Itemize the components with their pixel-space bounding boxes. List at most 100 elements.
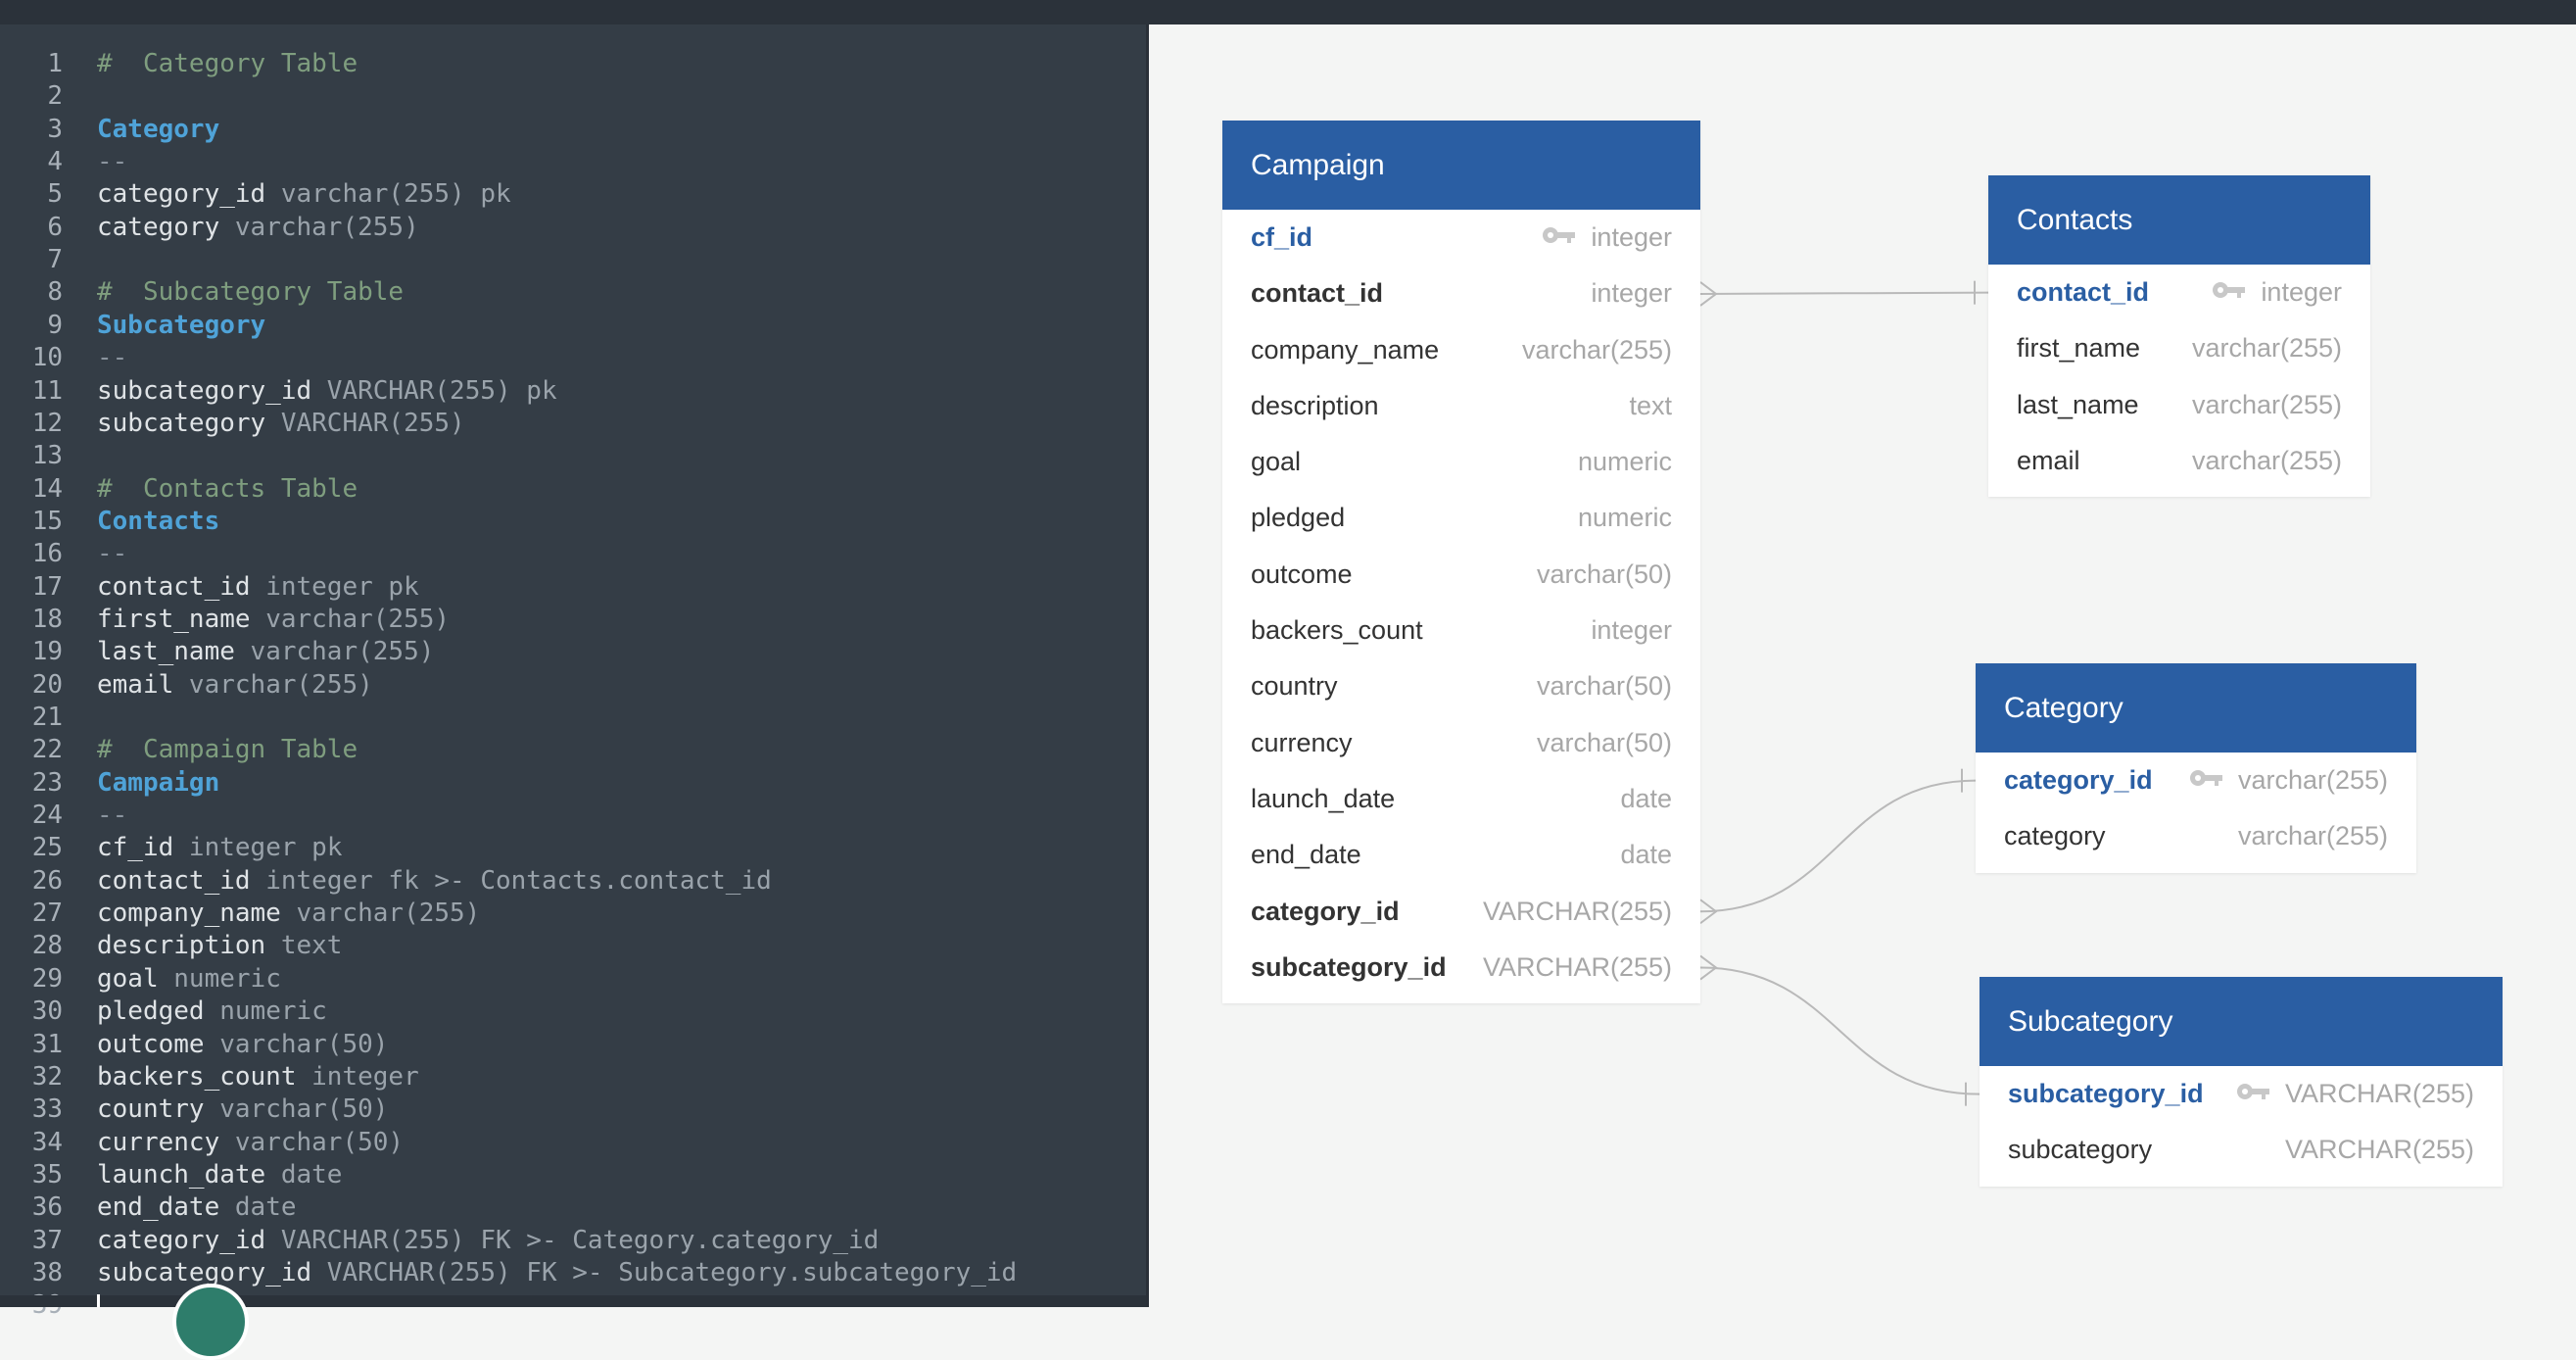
code-line[interactable]: 11 subcategory_id VARCHAR(255) pk <box>0 375 557 408</box>
code-line[interactable]: 18 first_name varchar(255) <box>0 604 450 636</box>
table-field-row[interactable]: goal numeric <box>1222 434 1700 490</box>
code-line[interactable]: 24 -- <box>0 800 128 832</box>
table-subcategory[interactable]: Subcategory subcategory_id VARCHAR(255) sub… <box>1980 977 2503 1187</box>
code-token-name: email <box>97 669 174 700</box>
avatar[interactable] <box>172 1284 249 1360</box>
code-line[interactable]: 21 <box>0 702 63 734</box>
table-header[interactable]: Contacts <box>1988 175 2370 265</box>
table-field-row[interactable]: contact_id integer <box>1988 265 2370 320</box>
code-line[interactable]: 26 contact_id integer fk >- Contacts.cont… <box>0 865 772 898</box>
code-text: description text <box>97 930 342 962</box>
code-line[interactable]: 38 subcategory_id VARCHAR(255) FK >- Subc… <box>0 1257 1018 1289</box>
table-field-row[interactable]: category_id varchar(255) <box>1976 753 2416 808</box>
code-line[interactable]: 1 # Category Table <box>0 48 358 80</box>
code-line[interactable]: 22 # Campaign Table <box>0 734 358 766</box>
code-line[interactable]: 37 category_id VARCHAR(255) FK >- Categor… <box>0 1225 880 1257</box>
code-line[interactable]: 12 subcategory VARCHAR(255) <box>0 408 465 440</box>
field-type-label: integer <box>1591 278 1672 309</box>
code-text: -- <box>97 146 127 178</box>
code-token-name: contact_id <box>97 865 251 896</box>
code-line[interactable]: 29 goal numeric <box>0 963 281 996</box>
code-line[interactable]: 5 category_id varchar(255) pk <box>0 178 510 211</box>
code-token-name: last_name <box>97 637 235 667</box>
code-line[interactable]: 25 cf_id integer pk <box>0 832 343 864</box>
code-editor[interactable]: 1 # Category Table 2 3 Category 4 -- 5 category_… <box>0 24 1149 1320</box>
field-name: company_name <box>1251 334 1440 364</box>
code-token-type: varchar(255) <box>219 212 419 242</box>
table-field-row[interactable]: description text <box>1222 378 1700 434</box>
table-field-row[interactable]: subcategory_id VARCHAR(255) <box>1980 1066 2503 1122</box>
code-line[interactable]: 16 -- <box>0 538 128 570</box>
table-header[interactable]: Category <box>1976 663 2416 753</box>
code-line[interactable]: 3 Category <box>0 114 219 146</box>
field-type-label: VARCHAR(255) <box>1482 951 1672 982</box>
table-field-row[interactable]: country varchar(50) <box>1222 658 1700 714</box>
code-line[interactable]: 19 last_name varchar(255) <box>0 636 435 668</box>
code-line[interactable]: 14 # Contacts Table <box>0 473 358 506</box>
code-token-type: VARCHAR(255) pk <box>311 375 557 406</box>
table-field-row[interactable]: end_date date <box>1222 827 1700 883</box>
code-line[interactable]: 23 Campaign <box>0 767 220 800</box>
code-line[interactable]: 6 category varchar(255) <box>0 212 418 244</box>
field-type: date <box>1620 771 1672 827</box>
relationship-line <box>1699 966 1980 1095</box>
code-token-name: category <box>97 212 220 242</box>
table-contacts[interactable]: Contacts contact_id integer first_name varch… <box>1988 175 2370 498</box>
table-field-row[interactable]: contact_id integer <box>1222 266 1700 321</box>
field-type: integer <box>2212 265 2342 320</box>
code-line[interactable]: 7 <box>0 244 63 276</box>
code-line[interactable]: 17 contact_id integer pk <box>0 571 419 604</box>
relationship-line <box>1699 291 1989 295</box>
field-type: date <box>1620 827 1672 883</box>
code-line[interactable]: 32 backers_count integer <box>0 1061 419 1093</box>
code-line[interactable]: 28 description text <box>0 930 343 962</box>
table-header[interactable]: Campaign <box>1222 121 1700 210</box>
code-line[interactable]: 2 <box>0 80 63 113</box>
code-line[interactable]: 33 country varchar(50) <box>0 1093 389 1126</box>
line-number: 29 <box>31 963 63 994</box>
table-category[interactable]: Category category_id varchar(255) category v… <box>1976 663 2416 873</box>
table-field-row[interactable]: launch_date date <box>1222 771 1700 827</box>
table-field-row[interactable]: last_name varchar(255) <box>1988 377 2370 433</box>
code-line[interactable]: 36 end_date date <box>0 1191 297 1224</box>
code-line[interactable]: 31 outcome varchar(50) <box>0 1029 389 1061</box>
table-header[interactable]: Subcategory <box>1980 977 2503 1066</box>
code-line[interactable]: 30 pledged numeric <box>0 996 327 1028</box>
code-line[interactable]: 20 email varchar(255) <box>0 669 373 702</box>
table-field-row[interactable]: email varchar(255) <box>1988 433 2370 489</box>
code-line[interactable]: 35 launch_date date <box>0 1159 343 1191</box>
code-token-type: varchar(255) pk <box>265 179 511 210</box>
table-field-row[interactable]: outcome varchar(50) <box>1222 547 1700 603</box>
table-campaign[interactable]: Campaign cf_id integer contact_id integer com… <box>1222 121 1700 1004</box>
code-line[interactable]: 4 -- <box>0 146 127 178</box>
table-field-row[interactable]: subcategory VARCHAR(255) <box>1980 1122 2503 1178</box>
code-line[interactable]: 15 Contacts <box>0 506 220 538</box>
table-field-row[interactable]: category varchar(255) <box>1976 808 2416 864</box>
code-text: -- <box>97 800 127 832</box>
diagram-canvas[interactable]: Campaign cf_id integer contact_id integer com… <box>1149 24 2576 1307</box>
line-number: 36 <box>31 1192 63 1223</box>
table-field-row[interactable]: pledged numeric <box>1222 490 1700 546</box>
code-token-type: numeric <box>204 996 327 1027</box>
table-field-row[interactable]: cf_id integer <box>1222 210 1700 266</box>
code-token-sep: -- <box>97 801 128 831</box>
code-text: subcategory_id VARCHAR(255) pk <box>97 375 557 408</box>
table-field-row[interactable]: company_name varchar(255) <box>1222 322 1700 378</box>
code-token-name: backers_count <box>97 1061 297 1092</box>
code-line[interactable]: 34 currency varchar(50) <box>0 1127 404 1159</box>
table-field-row[interactable]: currency varchar(50) <box>1222 715 1700 771</box>
table-field-row[interactable]: backers_count integer <box>1222 603 1700 658</box>
code-line[interactable]: 13 <box>0 440 63 472</box>
code-line[interactable]: 10 -- <box>0 342 128 374</box>
code-text: category varchar(255) <box>97 212 419 244</box>
table-field-row[interactable]: first_name varchar(255) <box>1988 320 2370 376</box>
code-line[interactable]: 27 company_name varchar(255) <box>0 898 481 930</box>
code-line[interactable]: 8 # Subcategory Table <box>0 276 404 309</box>
table-field-row[interactable]: category_id VARCHAR(255) <box>1222 884 1700 940</box>
line-number: 8 <box>47 277 63 308</box>
table-field-row[interactable]: subcategory_id VARCHAR(255) <box>1222 940 1700 996</box>
code-token-name: subcategory_id <box>97 375 312 406</box>
code-line[interactable]: 9 Subcategory <box>0 310 265 342</box>
code-text: Contacts <box>97 506 219 538</box>
line-number: 34 <box>31 1127 63 1157</box>
